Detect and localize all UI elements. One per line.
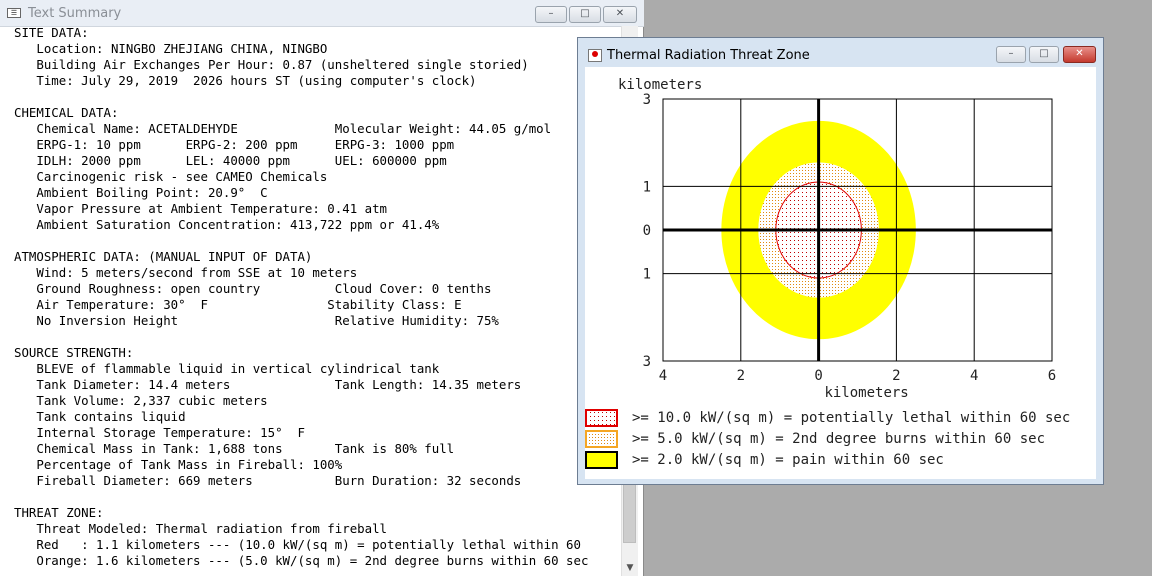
section-heading: SITE DATA: (14, 25, 89, 40)
summary-line: Time: July 29, 2019 2026 hours ST (using… (14, 73, 477, 88)
y-tick-label: 3 (643, 354, 651, 370)
close-button[interactable]: ✕ (603, 6, 637, 23)
section-heading: SOURCE STRENGTH: (14, 345, 134, 360)
text-summary-titlebar[interactable]: ☰ Text Summary – □ ✕ (0, 0, 644, 27)
aloha-app-icon (588, 49, 602, 62)
summary-line: Threat Modeled: Thermal radiation from f… (14, 521, 387, 536)
close-button[interactable]: ✕ (1063, 46, 1096, 63)
summary-line: ATMOSPHERIC DATA: (MANUAL INPUT OF DATA) (14, 249, 313, 264)
y-tick-label: 1 (643, 267, 651, 283)
summary-line: Air Temperature: 30° F Stability Class: … (14, 297, 462, 312)
legend-swatch-yellow (585, 451, 618, 469)
summary-line: Red : 1.1 kilometers --- (10.0 kW/(sq m)… (14, 537, 581, 552)
summary-line: No Inversion Height Relative Humidity: 7… (14, 313, 499, 328)
y-tick-label: 3 (643, 92, 651, 108)
x-tick-label: 6 (1048, 368, 1056, 384)
summary-text-area[interactable]: SITE DATA: Location: NINGBO ZHEJIANG CHI… (14, 25, 618, 576)
summary-line: Ambient Saturation Concentration: 413,72… (14, 217, 440, 232)
x-tick-label: 4 (659, 368, 667, 384)
scrollbar-thumb[interactable] (623, 481, 636, 543)
summary-line: Internal Storage Temperature: 15° F (14, 425, 305, 440)
summary-line: IDLH: 2000 ppm LEL: 40000 ppm UEL: 60000… (14, 153, 447, 168)
legend-label-red: >= 10.0 kW/(sq m) = potentially lethal w… (632, 410, 1070, 426)
summary-line: BLEVE of flammable liquid in vertical cy… (14, 361, 440, 376)
x-tick-label: 0 (814, 368, 822, 384)
scroll-down-arrow-icon[interactable]: ▼ (622, 560, 638, 576)
summary-line: Location: NINGBO ZHEJIANG CHINA, NINGBO (14, 41, 328, 56)
summary-line: Wind: 5 meters/second from SSE at 10 met… (14, 265, 358, 280)
x-tick-label: 4 (970, 368, 978, 384)
threat-zone-titlebar[interactable]: Thermal Radiation Threat Zone – □ ✕ (578, 38, 1103, 67)
maximize-button[interactable]: □ (1029, 46, 1059, 63)
text-summary-window: ☰ Text Summary – □ ✕ SITE DATA: Location… (0, 0, 644, 576)
summary-line: Percentage of Tank Mass in Fireball: 100… (14, 457, 343, 472)
threat-zone-chart: kilometers310134 2 0 2 4 6kilometers >= 10.0 … (585, 77, 1070, 469)
legend-label-yellow: >= 2.0 kW/(sq m) = pain within 60 sec (632, 452, 944, 468)
maximize-button[interactable]: □ (569, 6, 601, 23)
threat-zone-window: Thermal Radiation Threat Zone – □ ✕ kilo… (577, 37, 1104, 485)
summary-line: Tank Diameter: 14.4 meters Tank Length: … (14, 377, 522, 392)
summary-line: Building Air Exchanges Per Hour: 0.87 (u… (14, 57, 529, 72)
summary-line: Ground Roughness: open country Cloud Cov… (14, 281, 492, 296)
summary-line (14, 489, 618, 505)
minimize-button[interactable]: – (996, 46, 1026, 63)
y-tick-label: 0 (643, 223, 651, 239)
y-axis-units-label: kilometers (618, 77, 702, 93)
summary-line (14, 329, 618, 345)
summary-line: Ambient Boiling Point: 20.9° C (14, 185, 268, 200)
threat-zone-plot-area: kilometers 3 1 0 1 3 4 2 0 2 4 6 kilometers >= 10.0 … (585, 67, 1096, 479)
minimize-button[interactable]: – (535, 6, 567, 23)
summary-line: Vapor Pressure at Ambient Temperature: 0… (14, 201, 387, 216)
x-tick-label: 2 (737, 368, 745, 384)
section-heading: THREAT ZONE: (14, 505, 104, 520)
section-heading: CHEMICAL DATA: (14, 105, 119, 120)
x-tick-label: 2 (892, 368, 900, 384)
window-title: Text Summary (28, 6, 122, 21)
summary-line (14, 233, 618, 249)
summary-line: Tank contains liquid (14, 409, 186, 424)
legend-label-orange: >= 5.0 kW/(sq m) = 2nd degree burns with… (632, 431, 1045, 447)
legend-swatch-red (585, 409, 618, 427)
summary-line: ERPG-1: 10 ppm ERPG-2: 200 ppm ERPG-3: 1… (14, 137, 455, 152)
summary-line: Tank Volume: 2,337 cubic meters (14, 393, 268, 408)
legend-swatch-orange (585, 430, 618, 448)
y-tick-label: 1 (643, 179, 651, 195)
window-title: Thermal Radiation Threat Zone (607, 48, 810, 63)
window-icon: ☰ (7, 8, 21, 18)
summary-line: Fireball Diameter: 669 meters Burn Durat… (14, 473, 522, 488)
summary-line: Chemical Mass in Tank: 1,688 tons Tank i… (14, 441, 455, 456)
summary-line: Orange: 1.6 kilometers --- (5.0 kW/(sq m… (14, 553, 589, 568)
summary-line: Carcinogenic risk - see CAMEO Chemicals (14, 169, 328, 184)
summary-line (14, 89, 618, 105)
x-axis-label: kilometers (824, 385, 908, 401)
summary-line: Chemical Name: ACETALDEHYDE Molecular We… (14, 121, 552, 136)
